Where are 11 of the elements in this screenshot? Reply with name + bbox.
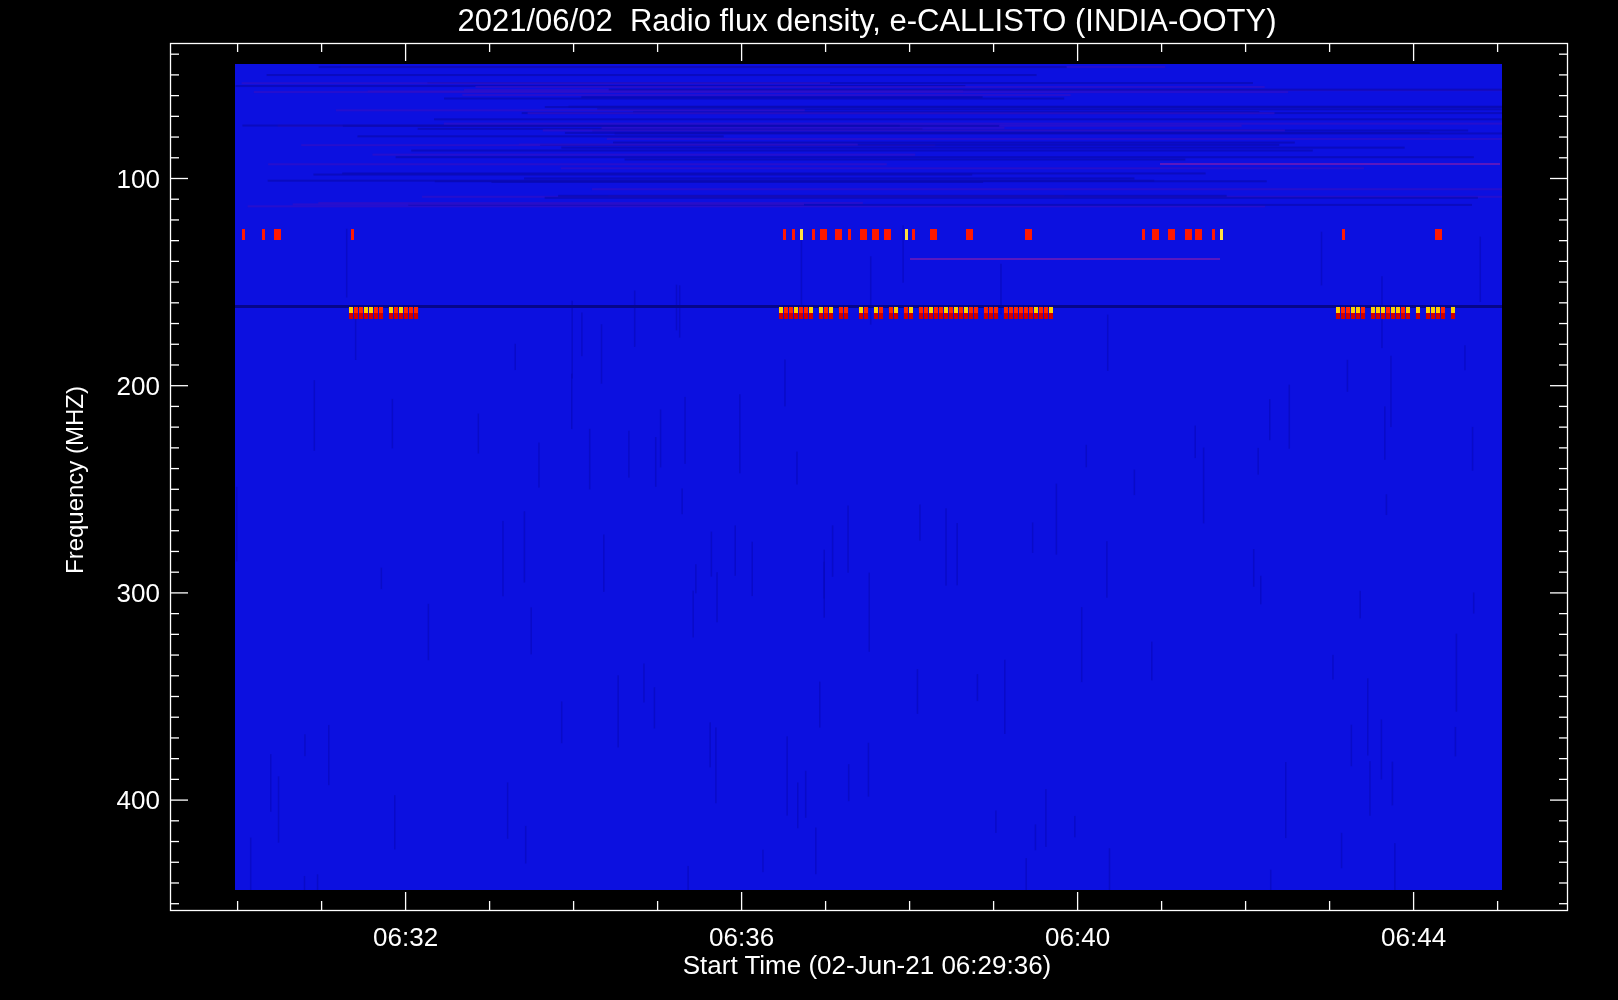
x-tick-label: 06:44 [1381,922,1447,952]
y-tick-label: 200 [116,370,160,401]
x-tick-label: 06:36 [709,922,775,952]
y-axis-title: Frequency (MHZ) [61,386,88,574]
y-tick-label: 300 [116,577,160,608]
x-tick-label: 06:40 [1045,922,1111,952]
y-tick-label: 100 [116,163,160,194]
chart-title: 2021/06/02 Radio flux density, e-CALLISTO (INDIA-OOTY) [457,3,1277,38]
x-tick-label: 06:32 [373,922,439,952]
y-tick-label: 400 [116,785,160,816]
x-axis-title: Start Time (02-Jun-21 06:29:36) [682,950,1052,980]
